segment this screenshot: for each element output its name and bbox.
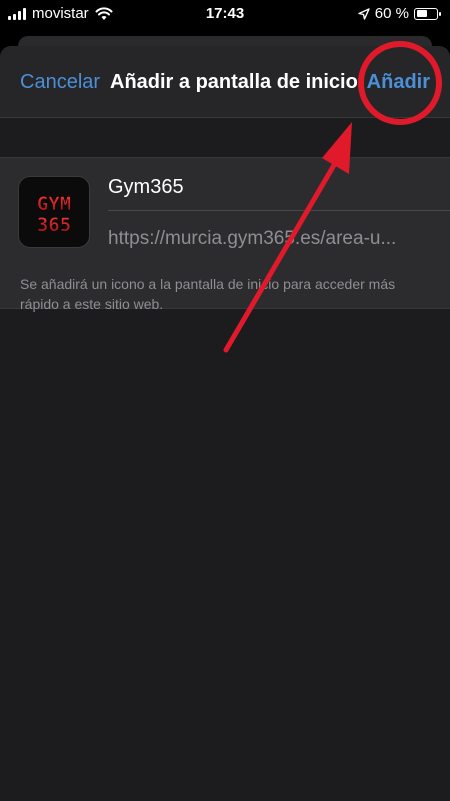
info-text: Se añadirá un icono a la pantalla de ini… bbox=[20, 276, 396, 312]
gym365-logo-icon: GYM 365 bbox=[37, 193, 72, 237]
battery-icon bbox=[414, 7, 441, 20]
add-to-home-sheet: Cancelar Añadir a pantalla de inicio Aña… bbox=[0, 46, 450, 801]
status-bar: movistar 17:43 60 % bbox=[0, 0, 450, 30]
battery-percent: 60 % bbox=[374, 5, 409, 22]
status-right: 60 % bbox=[358, 5, 441, 22]
app-url: https://murcia.gym365.es/area-u... bbox=[108, 228, 397, 249]
battery-level bbox=[416, 10, 428, 17]
page-title: Añadir a pantalla de inicio bbox=[110, 71, 358, 93]
app-icon: GYM 365 bbox=[18, 176, 90, 248]
logo-text-bottom: 365 bbox=[37, 214, 71, 236]
annotation-circle bbox=[358, 41, 442, 125]
cancel-button[interactable]: Cancelar bbox=[20, 71, 100, 94]
location-arrow-icon bbox=[358, 7, 370, 20]
logo-text-top: GYM bbox=[37, 193, 71, 215]
app-name-field[interactable]: Gym365 bbox=[108, 176, 450, 211]
